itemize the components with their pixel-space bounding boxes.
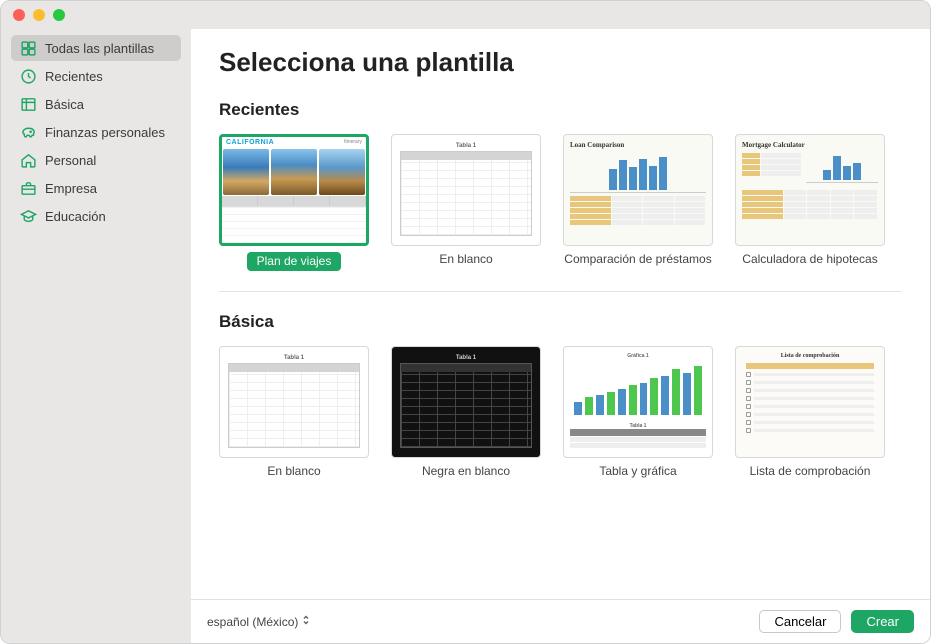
sidebar: Todas las plantillas Recientes Básica Fi… bbox=[1, 29, 191, 643]
template-blank-basic[interactable]: Tabla 1 En blanco bbox=[219, 346, 369, 479]
maximize-window-button[interactable] bbox=[53, 9, 65, 21]
thumb-label: Tabla 1 bbox=[228, 355, 360, 361]
sidebar-item-business[interactable]: Empresa bbox=[11, 175, 181, 201]
template-mortgage-calculator[interactable]: Mortgage Calculator bbox=[735, 134, 885, 271]
section-basic: Básica Tabla 1 En blanco Tabla 1 bbox=[219, 312, 902, 499]
template-loan-comparison[interactable]: Loan Comparison bbox=[563, 134, 713, 271]
footer: español (México) Cancelar Crear bbox=[191, 599, 930, 643]
piggy-bank-icon bbox=[19, 123, 37, 141]
section-title: Recientes bbox=[219, 100, 902, 120]
template-thumbnail: Tabla 1 bbox=[219, 346, 369, 458]
language-selector[interactable]: español (México) bbox=[207, 614, 310, 629]
sidebar-item-all-templates[interactable]: Todas las plantillas bbox=[11, 35, 181, 61]
template-thumbnail: Lista de comprobación bbox=[735, 346, 885, 458]
sidebar-item-personal[interactable]: Personal bbox=[11, 147, 181, 173]
thumb-subheading: Itinerary bbox=[344, 139, 362, 146]
templates-grid-icon bbox=[19, 39, 37, 57]
template-thumbnail: CALIFORNIA Itinerary bbox=[219, 134, 369, 246]
language-label: español (México) bbox=[207, 615, 298, 629]
clock-icon bbox=[19, 67, 37, 85]
content-scroll[interactable]: Selecciona una plantilla Recientes CALIF… bbox=[191, 29, 930, 599]
thumb-heading: CALIFORNIA bbox=[226, 139, 274, 146]
footer-buttons: Cancelar Crear bbox=[759, 610, 914, 633]
titlebar bbox=[1, 1, 930, 29]
thumb-label: Tabla 1 bbox=[400, 355, 532, 361]
template-label: Calculadora de hipotecas bbox=[742, 252, 877, 267]
section-recents: Recientes CALIFORNIA Itinerary bbox=[219, 100, 902, 292]
thumb-heading: Mortgage Calculator bbox=[742, 141, 878, 149]
template-label: Comparación de préstamos bbox=[564, 252, 711, 267]
graduation-cap-icon bbox=[19, 207, 37, 225]
template-blank[interactable]: Tabla 1 En blanco bbox=[391, 134, 541, 271]
template-thumbnail: Mortgage Calculator bbox=[735, 134, 885, 246]
sidebar-item-recents[interactable]: Recientes bbox=[11, 63, 181, 89]
house-icon bbox=[19, 151, 37, 169]
section-title: Básica bbox=[219, 312, 902, 332]
template-row-basic: Tabla 1 En blanco Tabla 1 Negra en blanc… bbox=[219, 346, 902, 491]
template-thumbnail: Gráfica 1 Tabla 1 bbox=[563, 346, 713, 458]
page-title: Selecciona una plantilla bbox=[219, 47, 930, 78]
template-table-chart[interactable]: Gráfica 1 Tabla 1 bbox=[563, 346, 713, 479]
sidebar-item-personal-finance[interactable]: Finanzas personales bbox=[11, 119, 181, 145]
chevron-up-down-icon bbox=[302, 614, 310, 629]
template-thumbnail: Tabla 1 bbox=[391, 346, 541, 458]
template-label: Lista de comprobación bbox=[750, 464, 871, 479]
template-label: En blanco bbox=[439, 252, 492, 267]
template-thumbnail: Tabla 1 bbox=[391, 134, 541, 246]
body-area: Todas las plantillas Recientes Básica Fi… bbox=[1, 29, 930, 643]
template-travel-plan[interactable]: CALIFORNIA Itinerary bbox=[219, 134, 369, 271]
briefcase-icon bbox=[19, 179, 37, 197]
sidebar-item-label: Empresa bbox=[45, 181, 97, 196]
sidebar-item-label: Básica bbox=[45, 97, 84, 112]
minimize-window-button[interactable] bbox=[33, 9, 45, 21]
template-label: Tabla y gráfica bbox=[599, 464, 676, 479]
template-chooser-window: Todas las plantillas Recientes Básica Fi… bbox=[0, 0, 931, 644]
template-blank-black[interactable]: Tabla 1 Negra en blanco bbox=[391, 346, 541, 479]
thumb-heading: Lista de comprobación bbox=[746, 353, 874, 359]
template-row-recents: CALIFORNIA Itinerary bbox=[219, 134, 902, 283]
sidebar-item-education[interactable]: Educación bbox=[11, 203, 181, 229]
sidebar-item-label: Todas las plantillas bbox=[45, 41, 154, 56]
template-thumbnail: Loan Comparison bbox=[563, 134, 713, 246]
close-window-button[interactable] bbox=[13, 9, 25, 21]
template-label: Plan de viajes bbox=[247, 252, 342, 271]
spreadsheet-icon bbox=[19, 95, 37, 113]
thumb-label: Tabla 1 bbox=[400, 143, 532, 149]
sidebar-item-label: Recientes bbox=[45, 69, 103, 84]
sidebar-item-basic[interactable]: Básica bbox=[11, 91, 181, 117]
thumb-heading: Loan Comparison bbox=[570, 141, 706, 149]
template-checklist[interactable]: Lista de comprobación bbox=[735, 346, 885, 479]
sidebar-item-label: Finanzas personales bbox=[45, 125, 165, 140]
cancel-button[interactable]: Cancelar bbox=[759, 610, 841, 633]
template-label: En blanco bbox=[267, 464, 320, 479]
main-panel: Selecciona una plantilla Recientes CALIF… bbox=[191, 29, 930, 643]
create-button[interactable]: Crear bbox=[851, 610, 914, 633]
sidebar-item-label: Educación bbox=[45, 209, 106, 224]
sidebar-item-label: Personal bbox=[45, 153, 96, 168]
template-label: Negra en blanco bbox=[422, 464, 510, 479]
